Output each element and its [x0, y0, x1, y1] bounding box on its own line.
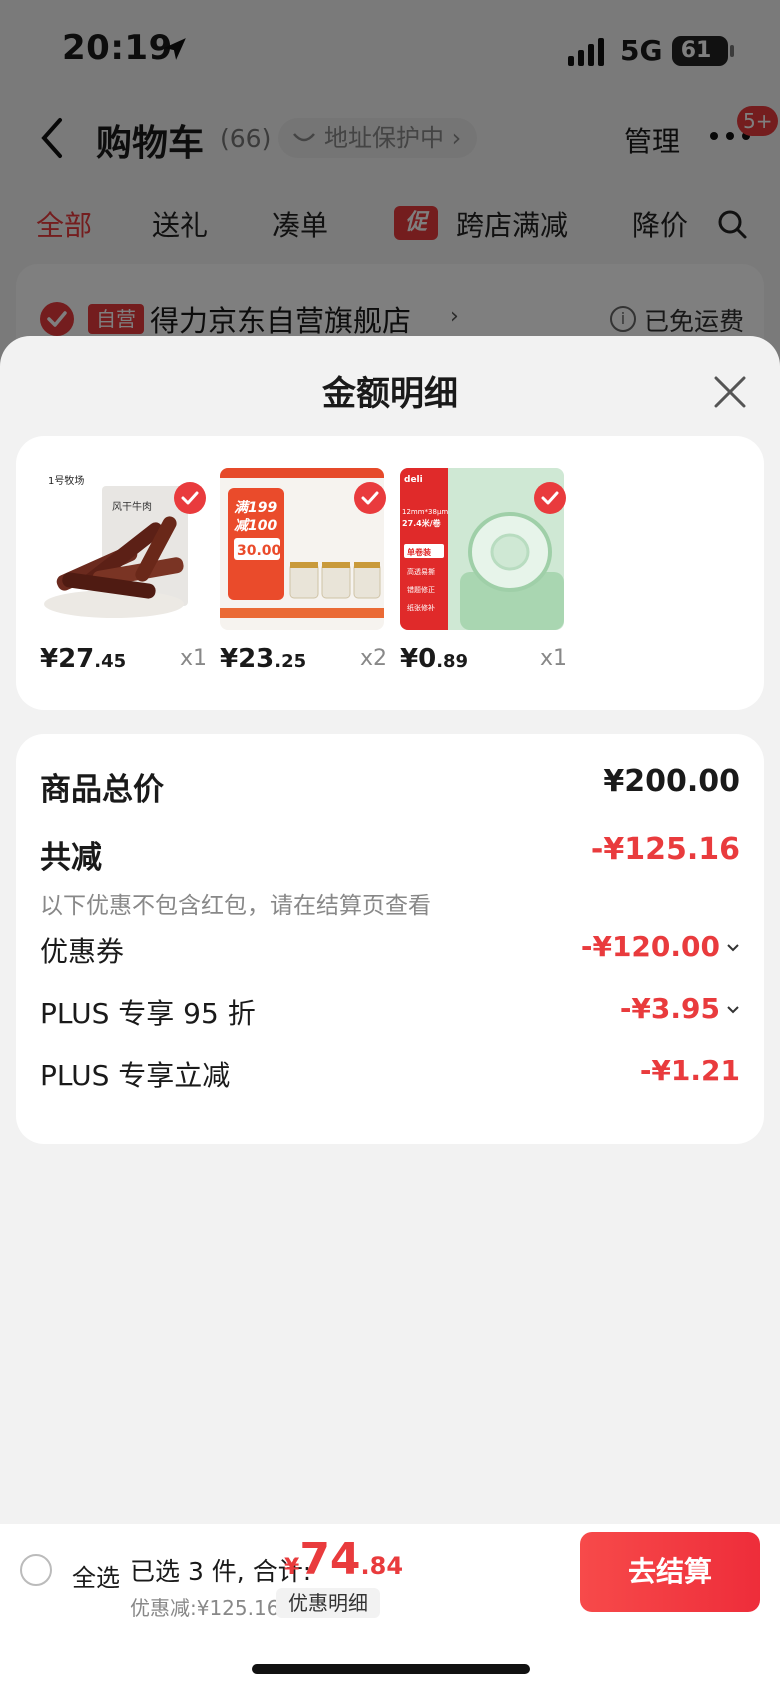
- discount-value: -¥125.16: [590, 832, 740, 867]
- tape-spec: 12mm*38μm: [402, 508, 448, 516]
- close-icon[interactable]: [708, 370, 752, 414]
- promo-line1: 满199: [234, 499, 277, 516]
- plus-discount-label: PLUS 专享 95 折: [40, 997, 256, 1030]
- plus-discount-value: -¥3.95: [619, 992, 720, 1025]
- home-indicator: [252, 1664, 530, 1674]
- product-price: ¥0.89: [400, 644, 469, 674]
- amount-detail-card: 商品总价 ¥200.00 共减 -¥125.16 以下优惠不包含红包，请在结算页…: [16, 734, 764, 1144]
- product-price: ¥27.45: [40, 644, 127, 674]
- total-price-label: 商品总价: [40, 772, 164, 808]
- tape-feature-1: 高透易撕: [407, 567, 435, 576]
- discount-label: 共减: [40, 840, 102, 876]
- tape-pack: 单卷装: [407, 547, 431, 557]
- checked-icon[interactable]: [174, 482, 206, 514]
- select-all-label[interactable]: 全选: [72, 1558, 120, 1593]
- amount-detail-sheet: 金额明细 1号牧场 风干牛肉 ¥27.45 x1 满199 减100 30.00…: [0, 336, 780, 1526]
- discount-note: 以下优惠不包含红包，请在结算页查看: [40, 893, 431, 919]
- total-amount: ¥74.84: [284, 1534, 404, 1585]
- product-qty: x1: [540, 646, 568, 671]
- promo-line2: 减100: [234, 517, 277, 534]
- plus-instant-value: -¥1.21: [639, 1054, 740, 1087]
- product-item[interactable]: 1号牧场 风干牛肉 ¥27.45 x1: [40, 468, 208, 678]
- chevron-down-icon: [727, 944, 739, 952]
- product-qty: x1: [180, 646, 208, 671]
- products-card: 1号牧场 风干牛肉 ¥27.45 x1 满199 减100 30.00 ¥23.…: [16, 436, 764, 710]
- plus-instant-label: PLUS 专享立减: [40, 1059, 231, 1092]
- discount-detail-button[interactable]: 优惠明细: [276, 1588, 380, 1618]
- plus-discount-row[interactable]: -¥3.95: [620, 992, 740, 1025]
- product-item[interactable]: deli 12mm*38μm 27.4米/卷 单卷装 高透易撕 错题修正 纸张修…: [400, 468, 568, 678]
- promo-price: 30.00: [237, 543, 282, 559]
- checked-icon[interactable]: [534, 482, 566, 514]
- product-price: ¥23.25: [220, 644, 307, 674]
- saved-amount: 优惠减:¥125.16: [130, 1596, 280, 1620]
- checked-icon[interactable]: [354, 482, 386, 514]
- tape-length: 27.4米/卷: [402, 518, 442, 528]
- coupon-row[interactable]: -¥120.00: [581, 930, 740, 963]
- checkout-button[interactable]: 去结算: [580, 1532, 760, 1612]
- tape-feature-2: 错题修正: [407, 585, 435, 594]
- product-label: 风干牛肉: [112, 500, 152, 513]
- brand-logo: 1号牧场: [48, 474, 84, 487]
- select-all-radio[interactable]: [20, 1554, 52, 1586]
- product-qty: x2: [360, 646, 388, 671]
- coupon-value: -¥120.00: [580, 930, 720, 963]
- product-item[interactable]: 满199 减100 30.00 ¥23.25 x2: [220, 468, 388, 678]
- chevron-down-icon: [727, 1006, 739, 1014]
- total-price-value: ¥200.00: [603, 764, 740, 799]
- checkout-bar: 全选 已选 3 件, 合计: ¥74.84 优惠减:¥125.16 优惠明细 去…: [0, 1524, 780, 1688]
- sheet-title: 金额明细: [322, 374, 458, 414]
- coupon-label: 优惠券: [40, 935, 125, 968]
- brand-logo: deli: [404, 475, 423, 485]
- tape-feature-3: 纸张修补: [407, 603, 435, 612]
